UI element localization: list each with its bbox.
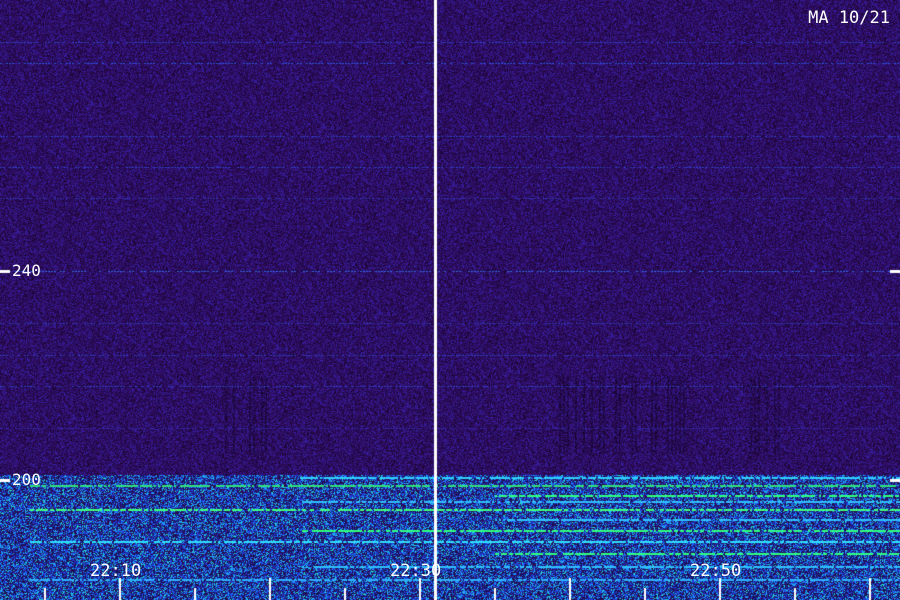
x-tick-label-2230: 22:30	[390, 561, 442, 581]
spectrogram-chart: MA 10/21 240 200 22:10 22:30 22:50	[0, 0, 900, 600]
chart-title: MA 10/21	[808, 8, 890, 28]
spectrogram-heatmap	[0, 0, 900, 600]
x-tick-label-2250: 22:50	[690, 561, 742, 581]
y-tick-label-200: 200	[12, 470, 41, 489]
y-tick-label-240: 240	[12, 261, 41, 280]
x-tick-label-2210: 22:10	[90, 561, 142, 581]
